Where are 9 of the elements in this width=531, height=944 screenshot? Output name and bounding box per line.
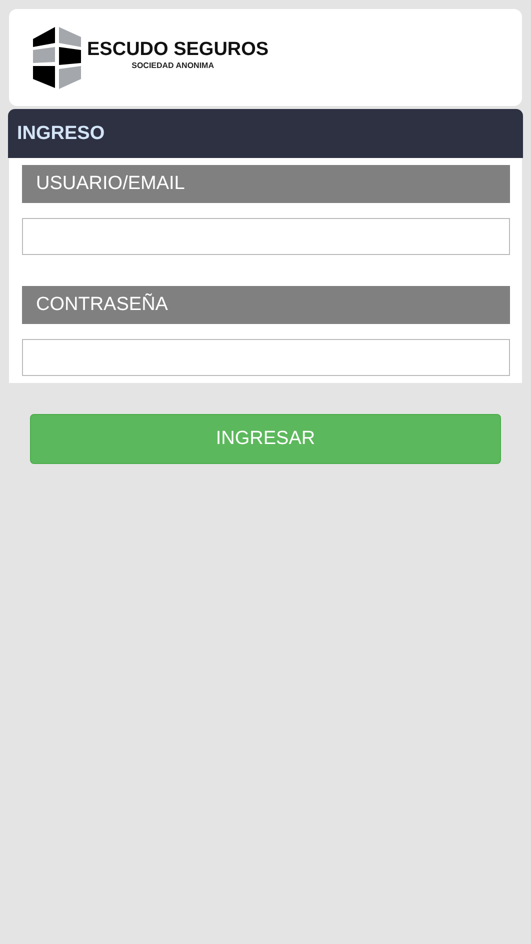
shield-logo-icon	[33, 24, 83, 90]
field-label: USUARIO/EMAIL	[22, 165, 510, 203]
panel-title: INGRESO	[17, 122, 105, 144]
company-tagline: SOCIEDAD ANONIMA	[132, 60, 214, 70]
submit-button[interactable]: INGRESAR	[30, 414, 501, 464]
company-name: ESCUDO SEGUROS	[87, 38, 269, 60]
input-field[interactable]	[22, 218, 510, 255]
field-label: CONTRASEÑA	[22, 286, 510, 324]
input-field[interactable]	[22, 339, 510, 376]
